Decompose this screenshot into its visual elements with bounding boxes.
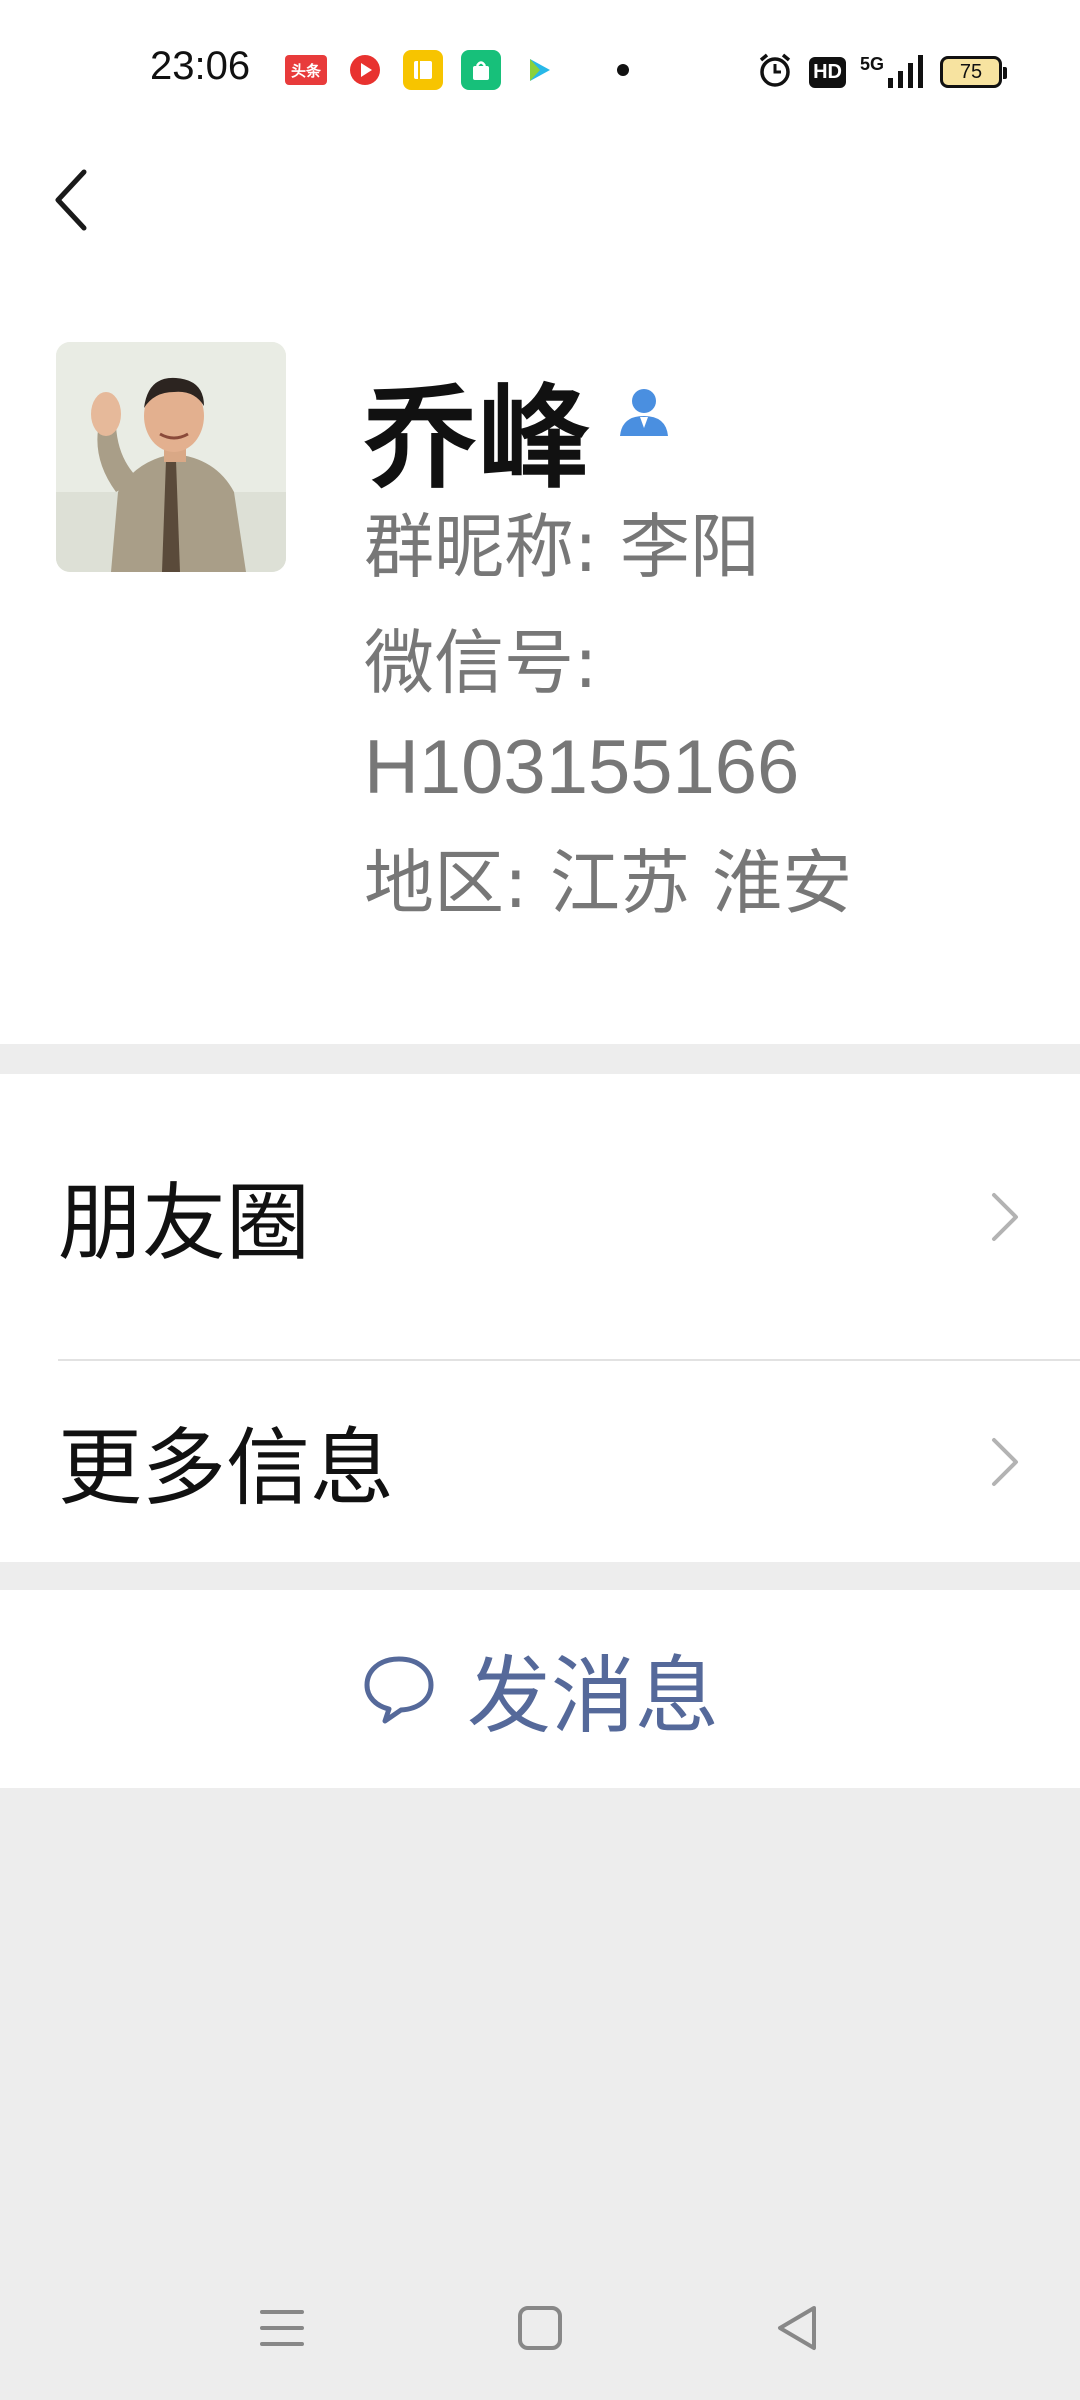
green-app-icon: [461, 50, 501, 90]
signal-5g-icon: 5G: [860, 54, 926, 90]
menu-item-label: 更多信息: [58, 1419, 395, 1517]
home-button[interactable]: [508, 2296, 572, 2360]
system-navigation-bar: [0, 2260, 1080, 2400]
profile-header: 乔峰 群昵称: 李阳 微信号: H103155166 地区: 江苏 淮安: [0, 130, 1080, 1044]
contact-person-icon: [616, 384, 672, 444]
status-bar: 23:06 头条 HD 5G 75: [0, 0, 1080, 130]
menu-button[interactable]: [250, 2296, 314, 2360]
avatar[interactable]: [56, 342, 286, 572]
group-nickname: 群昵称: 李阳: [364, 506, 760, 588]
red-app-icon: [345, 50, 385, 90]
chevron-left-icon: [55, 169, 87, 231]
more-notifications-dot-icon: [617, 64, 629, 76]
menu-item-more-info[interactable]: 更多信息: [0, 1361, 1080, 1562]
yellow-app-icon: [403, 50, 443, 90]
square-home-icon: [518, 2306, 562, 2350]
back-nav-button[interactable]: [766, 2296, 830, 2360]
battery-indicator: 75: [940, 56, 1007, 88]
system-status-icons: HD 5G 75: [755, 50, 1007, 94]
triangle-back-icon: [778, 2306, 816, 2350]
menu-item-label: 朋友圈: [58, 1174, 311, 1272]
network-type-label: 5G: [859, 54, 884, 74]
name-row: 乔峰: [364, 348, 672, 510]
notification-icons: 头条: [285, 50, 629, 90]
region: 地区: 江苏 淮安: [364, 842, 853, 924]
menu-item-moments[interactable]: 朋友圈: [0, 1074, 1080, 1359]
wechat-id-label: 微信号:: [364, 622, 598, 704]
send-message-label: 发消息: [466, 1646, 719, 1745]
chat-bubble-icon: [364, 1656, 434, 1724]
chevron-right-icon: [992, 1192, 1018, 1241]
contact-name: 乔峰: [364, 374, 592, 504]
alarm-icon: [755, 50, 795, 94]
hamburger-menu-icon: [260, 2310, 304, 2346]
chevron-right-icon: [992, 1437, 1018, 1486]
play-app-icon: [519, 50, 559, 90]
status-time: 23:06: [150, 44, 251, 88]
back-button[interactable]: [40, 160, 100, 240]
send-message-button[interactable]: 发消息: [0, 1590, 1080, 1788]
avatar-photo: [56, 342, 286, 572]
contact-profile-screen: 23:06 头条 HD 5G 75 乔峰 群昵称: 李阳 微信号: H10315…: [0, 0, 1080, 2400]
profile-menu: 朋友圈 更多信息: [0, 1074, 1080, 1562]
wechat-id-value[interactable]: H103155166: [364, 730, 799, 806]
toutiao-icon: 头条: [285, 55, 327, 85]
hd-badge: HD: [809, 56, 846, 88]
